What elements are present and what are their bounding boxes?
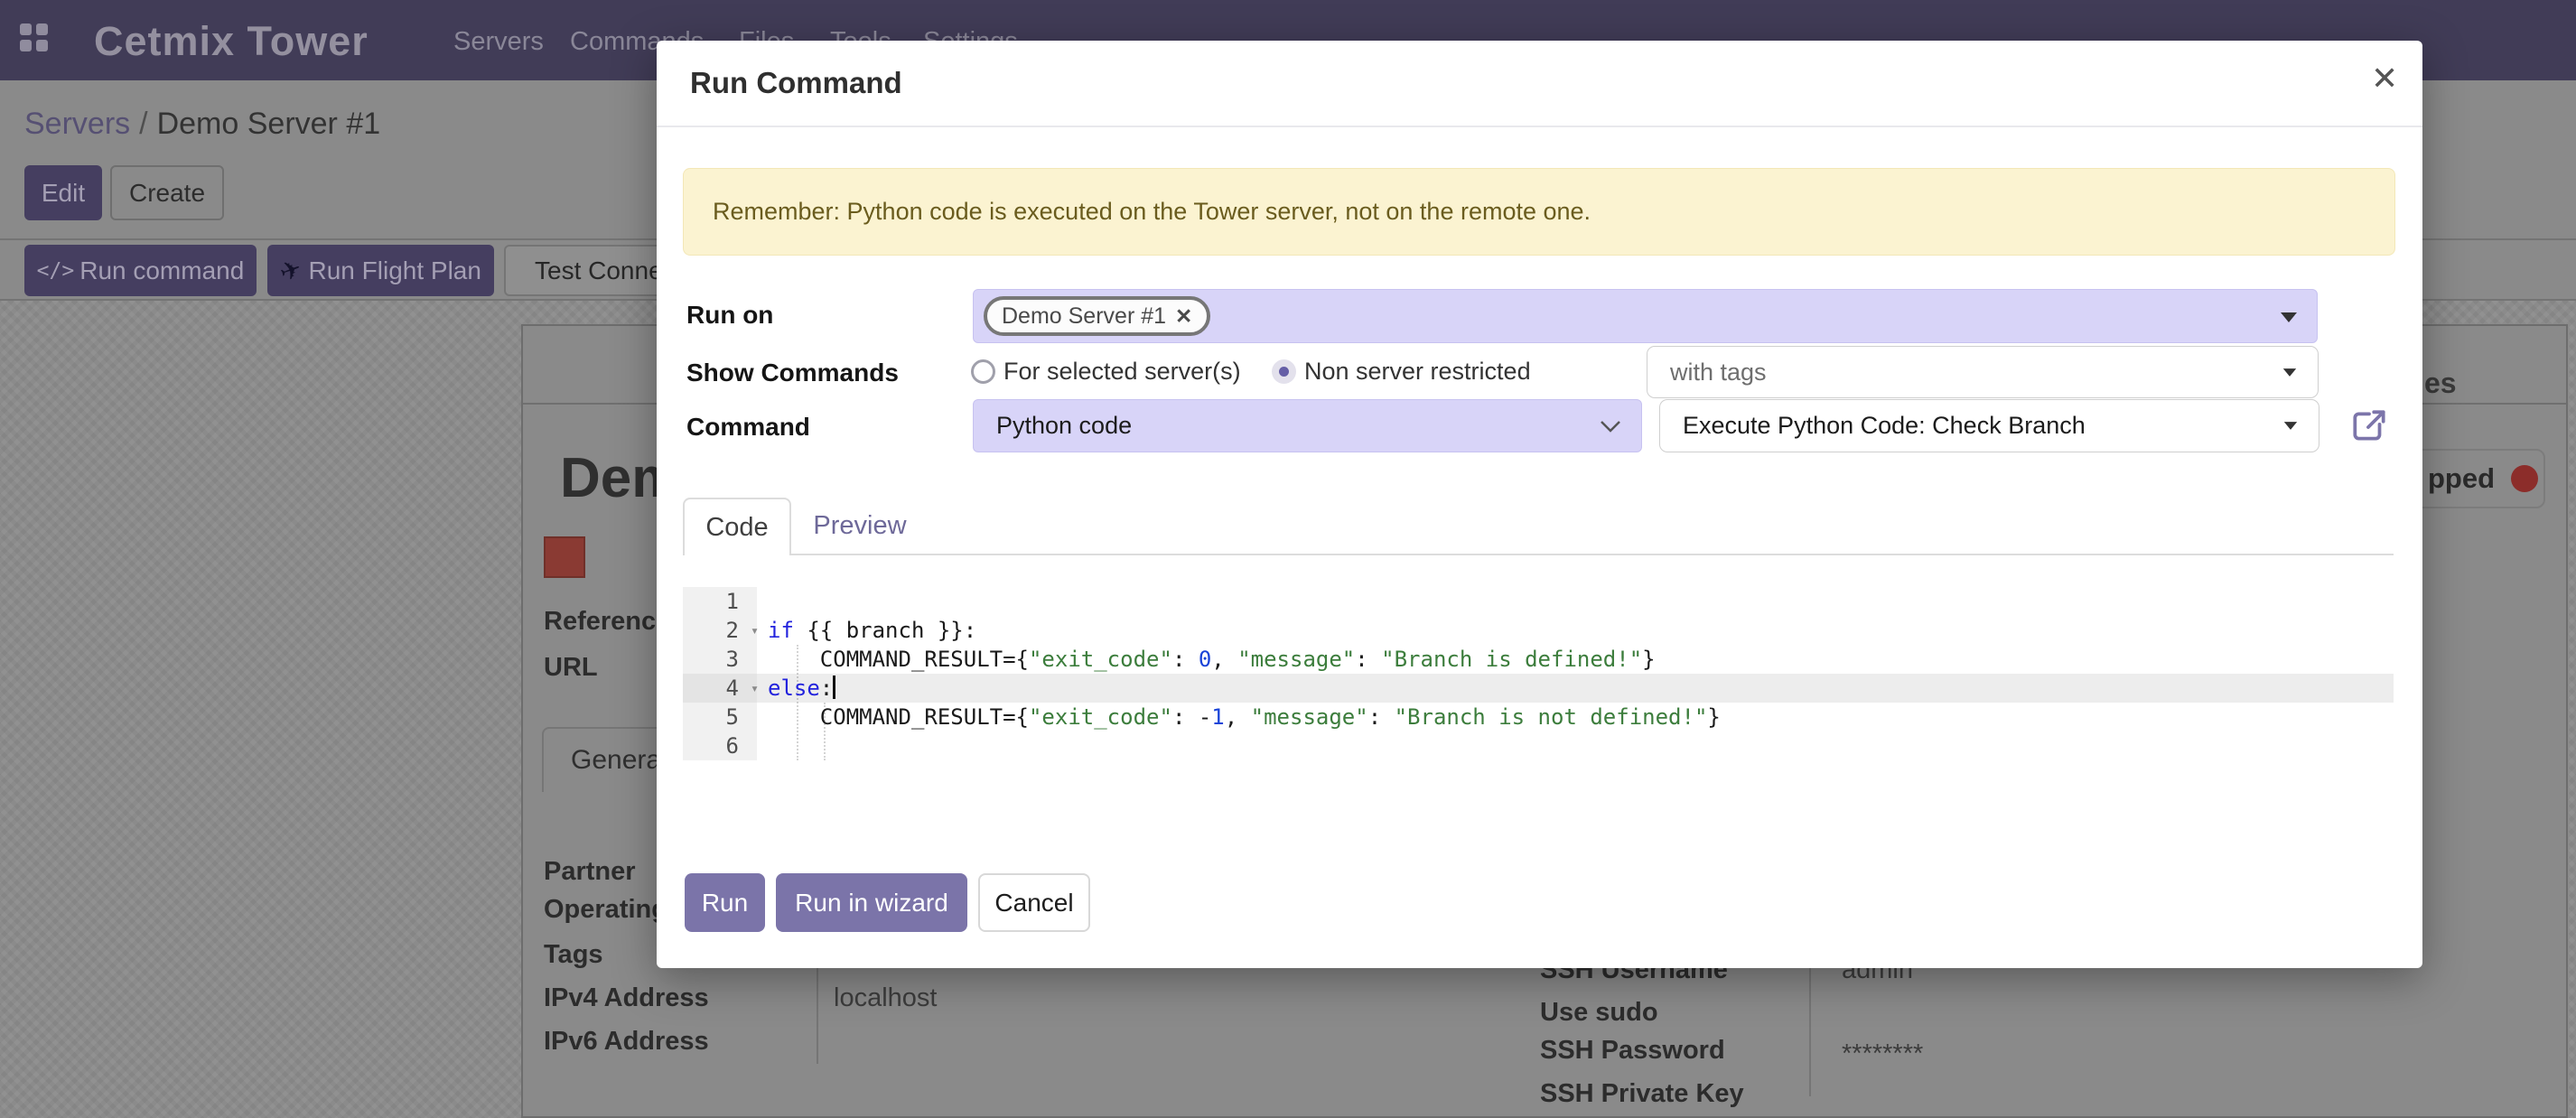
line-number: 3 (683, 645, 757, 674)
status-red-dot (2511, 465, 2538, 492)
code-text (757, 731, 768, 760)
tags-label: Tags (544, 940, 603, 970)
line-number: 5 (683, 703, 757, 731)
radio-selected-icon[interactable] (1272, 359, 1296, 384)
radio-non-server-restricted[interactable]: Non server restricted (1272, 358, 1531, 386)
code-line[interactable]: 6 (683, 731, 2394, 760)
server-color-swatch[interactable] (544, 536, 585, 578)
tab-preview[interactable]: Preview (801, 498, 919, 554)
code-line[interactable]: 5 COMMAND_RESULT={"exit_code": -1, "mess… (683, 703, 2394, 731)
ipv6-label: IPv6 Address (544, 1027, 709, 1057)
ssh-password-value: ******** (1842, 1039, 1923, 1069)
code-line[interactable]: 1 (683, 587, 2394, 616)
tab-bar-divider (683, 554, 2394, 555)
close-icon[interactable]: ✕ (2371, 62, 2398, 95)
radio-unselected-icon[interactable] (971, 359, 995, 384)
line-number: 4▾ (683, 674, 757, 703)
code-line[interactable]: 2▾if {{ branch }}: (683, 616, 2394, 645)
tab-code[interactable]: Code (683, 498, 791, 555)
edit-button[interactable]: Edit (24, 165, 102, 220)
show-commands-label: Show Commands (686, 359, 899, 387)
run-on-multiselect[interactable]: Demo Server #1 ✕ (973, 289, 2318, 343)
dropdown-caret-icon (2283, 368, 2296, 377)
modal-header-divider (657, 126, 2422, 127)
command-reference-select[interactable]: Execute Python Code: Check Branch (1659, 399, 2319, 452)
use-sudo-label: Use sudo (1540, 998, 1658, 1028)
line-number: 2▾ (683, 616, 757, 645)
command-label: Command (686, 413, 810, 442)
breadcrumb: Servers/Demo Server #1 (24, 107, 380, 142)
code-text: COMMAND_RESULT={"exit_code": -1, "messag… (757, 703, 1721, 731)
run-button[interactable]: Run (685, 873, 765, 932)
dropdown-caret-icon (2281, 312, 2297, 322)
server-tag-chip: Demo Server #1 ✕ (984, 296, 1210, 336)
cancel-button[interactable]: Cancel (978, 873, 1090, 932)
nav-item-servers[interactable]: Servers (453, 27, 544, 57)
breadcrumb-servers-link[interactable]: Servers (24, 107, 130, 141)
code-text: else: (757, 674, 835, 703)
run-command-button[interactable]: </> Run command (24, 245, 257, 296)
with-tags-select[interactable]: with tags (1647, 346, 2319, 398)
modal-title: Run Command (690, 66, 902, 100)
run-in-wizard-button[interactable]: Run in wizard (776, 873, 967, 932)
code-line[interactable]: 3 COMMAND_RESULT={"exit_code": 0, "messa… (683, 645, 2394, 674)
code-line[interactable]: 4▾else: (683, 674, 2394, 703)
url-label: URL (544, 653, 598, 683)
brand[interactable]: Cetmix Tower (94, 18, 369, 65)
external-link-icon[interactable] (2348, 405, 2390, 447)
radio-for-selected-servers[interactable]: For selected server(s) (971, 358, 1241, 386)
remove-tag-icon[interactable]: ✕ (1175, 304, 1192, 329)
python-warning-alert: Remember: Python code is executed on the… (683, 168, 2395, 256)
ssh-password-label: SSH Password (1540, 1036, 1725, 1066)
ssh-private-key-label: SSH Private Key (1540, 1079, 1744, 1109)
command-type-select[interactable]: Python code (973, 399, 1642, 452)
plane-icon: ✈ (275, 253, 305, 288)
create-button[interactable]: Create (110, 165, 224, 220)
screen: Cetmix Tower Servers Commands Files Tool… (0, 0, 2576, 1118)
card-header-tab-fragment[interactable]: es (2424, 367, 2457, 400)
run-flight-plan-button[interactable]: ✈ Run Flight Plan (267, 245, 494, 296)
dropdown-caret-icon (2284, 422, 2297, 430)
server-tag-label: Demo Server #1 (1002, 303, 1166, 330)
ipv4-label: IPv4 Address (544, 983, 709, 1013)
code-text: if {{ branch }}: (757, 616, 976, 645)
code-editor[interactable]: 12▾if {{ branch }}:3 COMMAND_RESULT={"ex… (683, 587, 2394, 763)
chevron-down-icon (1600, 420, 1621, 433)
fold-caret-icon[interactable]: ▾ (751, 674, 759, 703)
code-icon: </> (37, 259, 75, 283)
fold-caret-icon[interactable]: ▾ (751, 616, 759, 645)
line-number: 6 (683, 731, 757, 760)
breadcrumb-separator: / (130, 107, 156, 141)
apps-grid-icon[interactable] (20, 23, 49, 52)
status-stopped-label: pped (2428, 462, 2495, 495)
run-on-label: Run on (686, 301, 773, 330)
code-text: COMMAND_RESULT={"exit_code": 0, "message… (757, 645, 1656, 674)
text-cursor (833, 675, 835, 699)
operating-system-label: Operating (544, 895, 667, 925)
line-number: 1 (683, 587, 757, 616)
run-command-modal: Run Command ✕ Remember: Python code is e… (657, 41, 2422, 968)
code-text (757, 587, 768, 616)
reference-label: Reference (544, 607, 670, 637)
ipv4-value: localhost (834, 983, 937, 1013)
breadcrumb-current: Demo Server #1 (157, 107, 381, 141)
partner-label: Partner (544, 857, 636, 887)
